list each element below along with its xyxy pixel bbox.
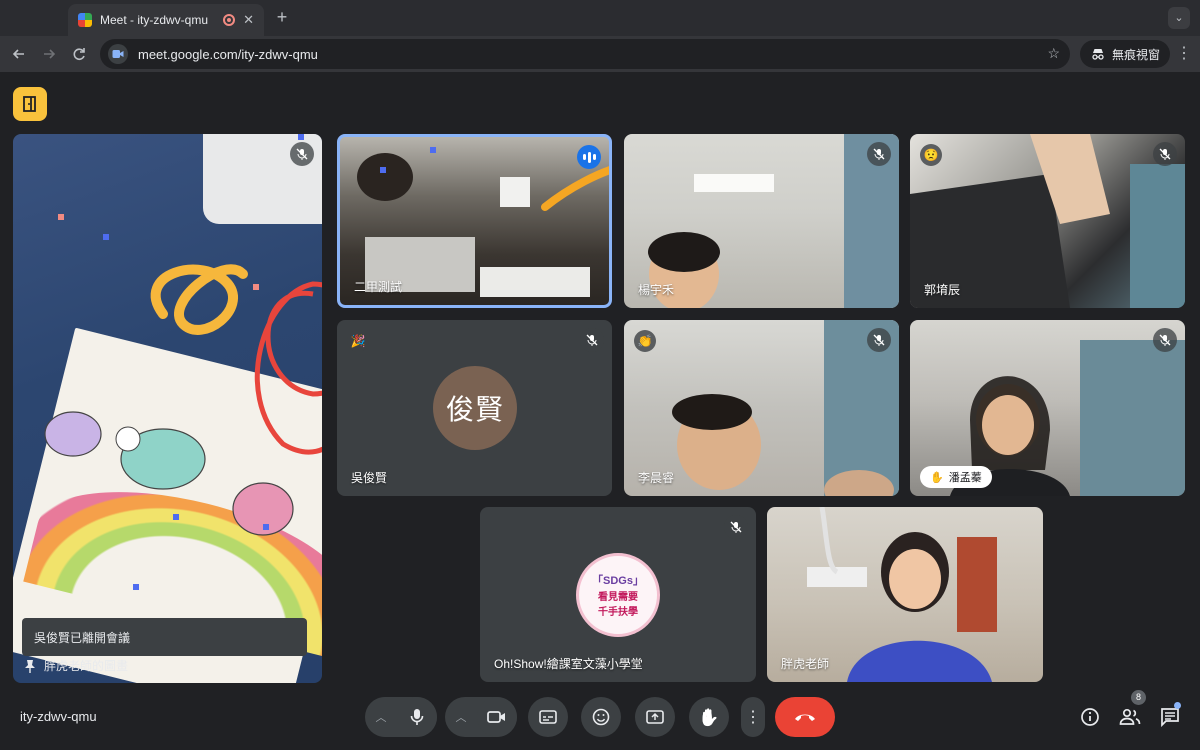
chat-icon	[1161, 708, 1179, 727]
reaction-emoji: 👏	[634, 330, 656, 352]
activities-button[interactable]	[13, 87, 47, 121]
avatar: 俊賢	[433, 366, 517, 450]
emoji-icon	[592, 708, 610, 726]
back-arrow-icon	[12, 49, 24, 59]
people-icon	[1119, 708, 1141, 725]
forward-button[interactable]	[34, 39, 64, 69]
incognito-indicator[interactable]: 無痕視窗	[1080, 40, 1171, 68]
participant-tile-pan[interactable]: ✋ 潘孟蓁	[910, 320, 1185, 496]
mic-off-icon	[867, 142, 891, 166]
browser-tab[interactable]: Meet - ity-zdwv-qmu ✕	[68, 4, 264, 36]
camera-icon	[487, 711, 505, 723]
participant-name: 二甲測試	[354, 280, 403, 294]
incognito-icon	[1092, 49, 1104, 60]
tab-title: Meet - ity-zdwv-qmu	[100, 13, 209, 27]
mic-off-icon	[724, 515, 748, 539]
mic-options-chevron-icon[interactable]: ︿	[365, 709, 397, 725]
address-bar[interactable]: meet.google.com/ity-zdwv-qmu ☆	[100, 39, 1070, 69]
participant-count-badge: 8	[1131, 690, 1146, 705]
drawing-doodles	[44, 134, 322, 640]
hangup-phone-icon	[795, 714, 815, 721]
raised-hand-icon: ✋	[930, 471, 944, 484]
reaction-emoji: 🎉	[347, 330, 369, 352]
participant-name: 李晨睿	[638, 471, 675, 485]
participant-name: 胖虎老師的圖畫	[44, 659, 129, 673]
leave-call-button[interactable]	[775, 697, 835, 737]
participant-name: 吳俊賢	[351, 471, 388, 485]
mic-off-icon	[1153, 328, 1177, 352]
mic-off-icon	[290, 142, 314, 166]
people-button[interactable]	[1118, 705, 1142, 729]
raised-hand-badge[interactable]: ✋ 潘孟蓁	[920, 466, 992, 488]
tab-search-button[interactable]: ⌄	[1168, 7, 1190, 29]
raise-hand-button[interactable]: ✋	[689, 697, 729, 737]
participant-tile-ohshow[interactable]: 「SDGs」 看見需要 千手扶學 Oh!Show!繪課室文藻小學堂	[480, 507, 756, 682]
hand-icon: ✋	[698, 707, 720, 727]
back-button[interactable]	[4, 39, 34, 69]
participant-tile-wu[interactable]: 🎉 俊賢 吳俊賢	[337, 320, 612, 496]
door-exit-icon	[23, 96, 36, 112]
forward-arrow-icon	[44, 49, 56, 59]
incognito-label: 無痕視窗	[1112, 47, 1161, 62]
new-tab-button[interactable]: +	[270, 6, 294, 30]
recording-indicator-icon	[223, 14, 236, 26]
browser-menu-icon[interactable]: ⋮	[1176, 44, 1192, 64]
logo-line-2: 看見需要	[598, 592, 638, 603]
reactions-button[interactable]	[581, 697, 621, 737]
present-screen-icon	[646, 710, 664, 724]
info-icon	[1081, 708, 1099, 726]
microphone-button[interactable]	[397, 697, 437, 737]
participant-name: 楊宇禾	[638, 283, 675, 297]
meet-favicon-icon	[78, 13, 92, 27]
mic-off-icon	[580, 328, 604, 352]
pin-icon	[25, 659, 35, 673]
url-text: meet.google.com/ity-zdwv-qmu	[138, 46, 318, 62]
browser-toolbar: meet.google.com/ity-zdwv-qmu ☆ 無痕視窗 ⋮	[0, 36, 1200, 72]
pinned-tile-label: 胖虎老師的圖畫	[24, 657, 128, 674]
tab-close-icon[interactable]: ✕	[243, 12, 254, 28]
participant-name: 郭堉辰	[924, 283, 961, 297]
participant-tile-pang[interactable]: 胖虎老師	[767, 507, 1043, 682]
more-options-button[interactable]: ⋮	[741, 697, 765, 737]
pinned-drawing-tile[interactable]: 吳俊賢已離開會議 胖虎老師的圖畫	[13, 134, 322, 683]
participant-left-toast: 吳俊賢已離開會議	[22, 618, 307, 656]
participant-name: 潘孟蓁	[948, 472, 982, 484]
site-info-icon[interactable]	[108, 44, 128, 64]
participant-tile-erjia[interactable]: 二甲測試	[337, 134, 612, 308]
participant-tile-yang[interactable]: 楊宇禾	[624, 134, 899, 308]
present-screen-button[interactable]	[635, 697, 675, 737]
meeting-code: ity-zdwv-qmu	[20, 709, 97, 724]
unread-chat-dot	[1174, 702, 1181, 709]
captions-icon	[539, 710, 557, 724]
sdgs-logo-avatar: 「SDGs」 看見需要 千手扶學	[576, 553, 660, 637]
camera-options-chevron-icon[interactable]: ︿	[445, 709, 477, 725]
reload-button[interactable]	[64, 39, 94, 69]
reload-icon	[73, 48, 85, 60]
bookmark-star-icon[interactable]: ☆	[1047, 45, 1060, 62]
participant-tile-li[interactable]: 👏 李晨睿	[624, 320, 899, 496]
more-vert-icon: ⋮	[745, 709, 761, 726]
reaction-emoji: 😟	[920, 144, 942, 166]
logo-line-1: 「SDGs」	[592, 575, 644, 587]
tab-strip: Meet - ity-zdwv-qmu ✕ + ⌄	[0, 0, 1200, 36]
participant-name: 胖虎老師	[781, 657, 830, 671]
meeting-details-button[interactable]	[1078, 705, 1102, 729]
mic-off-icon	[867, 328, 891, 352]
camera-control[interactable]: ︿	[445, 697, 517, 737]
participant-name: Oh!Show!繪課室文藻小學堂	[494, 657, 643, 671]
mic-off-icon	[1153, 142, 1177, 166]
captions-button[interactable]	[528, 697, 568, 737]
microphone-control[interactable]: ︿	[365, 697, 437, 737]
logo-line-3: 千手扶學	[598, 607, 638, 618]
speaking-indicator-icon	[577, 145, 601, 169]
camera-button[interactable]	[477, 697, 517, 737]
microphone-icon	[410, 709, 424, 725]
participant-tile-guo[interactable]: 😟 郭堉辰	[910, 134, 1185, 308]
